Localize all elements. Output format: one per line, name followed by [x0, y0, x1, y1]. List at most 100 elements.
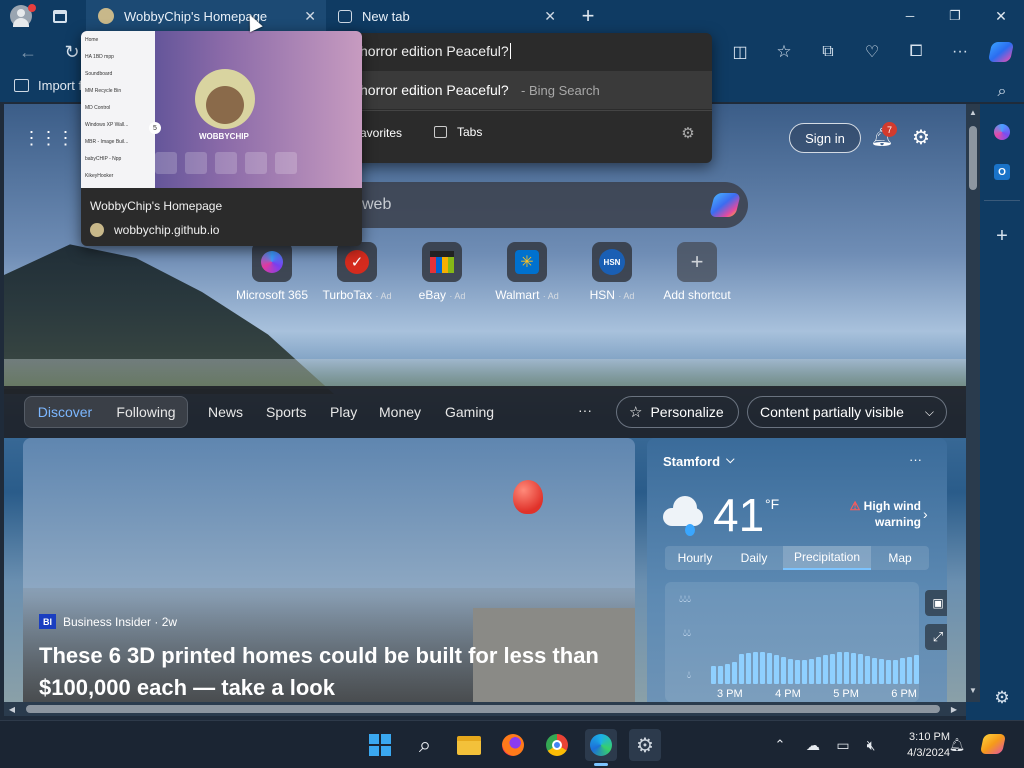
article-card[interactable]: BI Business Insider · 2w These 6 3D prin…: [23, 438, 635, 702]
profile-avatar[interactable]: [8, 4, 36, 28]
weather-city: Stamford: [663, 454, 721, 469]
instagram-icon: [185, 152, 207, 174]
start-button[interactable]: [364, 729, 396, 761]
collections-icon[interactable]: ⧉: [816, 40, 840, 64]
scroll-up-icon[interactable]: ▲: [966, 106, 980, 118]
plus-icon: +: [677, 242, 717, 282]
page-preview: Home HA 1BD mpp Soundboard MM Recycle Bi…: [81, 31, 362, 188]
tab-close-icon[interactable]: ✕: [304, 8, 316, 25]
nav-gaming[interactable]: Gaming: [445, 404, 494, 420]
weather-tab-map[interactable]: Map: [871, 546, 929, 570]
restore-button[interactable]: ❐: [940, 4, 970, 28]
filter-favorites[interactable]: avorites: [360, 126, 402, 140]
personalize-button[interactable]: ☆ Personalize: [616, 396, 739, 428]
shortcut-hsn[interactable]: HSN HSN · Ad: [572, 242, 652, 302]
notification-bell-icon[interactable]: 🔔︎: [948, 735, 966, 755]
chevron-up-icon[interactable]: ⌃: [772, 737, 788, 753]
preview-menu-item: MD Control: [85, 105, 111, 111]
copilot-search-icon[interactable]: [709, 193, 741, 217]
back-icon[interactable]: ←: [16, 40, 40, 64]
favorites-icon[interactable]: ☆: [772, 40, 796, 64]
file-explorer-icon[interactable]: [453, 729, 485, 761]
windows-icon: [369, 734, 391, 756]
workspaces-icon[interactable]: [50, 6, 70, 26]
notifications-icon[interactable]: 🔔︎ 7: [870, 122, 897, 150]
sidebar-settings-icon[interactable]: ⚙: [990, 686, 1014, 710]
volume-muted-icon[interactable]: 🔇︎: [861, 735, 881, 755]
web-search-box[interactable]: web: [320, 182, 748, 228]
split-screen-icon[interactable]: ◫: [728, 40, 752, 64]
expand-icon[interactable]: ⤢: [925, 624, 947, 650]
image-icon[interactable]: ▣: [925, 590, 947, 616]
tab-discover[interactable]: Discover: [25, 397, 105, 427]
weather-location[interactable]: Stamford ⌵: [663, 454, 734, 469]
taskbar-search-icon[interactable]: ⌕: [409, 729, 441, 761]
close-window-button[interactable]: ✕: [986, 4, 1016, 28]
minimize-button[interactable]: ─: [895, 4, 925, 28]
onedrive-icon[interactable]: ☁: [803, 735, 823, 755]
tab-wobbychip[interactable]: WobbyChip's Homepage ✕: [86, 0, 326, 32]
precipitation-bar: [893, 660, 898, 684]
shortcut-walmart[interactable]: ✳ Walmart · Ad: [487, 242, 567, 302]
scroll-down-icon[interactable]: ▼: [966, 684, 980, 696]
nav-more-icon[interactable]: ···: [578, 402, 592, 418]
copilot-taskbar-icon[interactable]: [979, 731, 1007, 757]
vertical-scrollbar[interactable]: ▲ ▼: [966, 104, 980, 702]
scroll-right-icon[interactable]: ▶: [948, 703, 960, 715]
walmart-icon: ✳: [515, 250, 539, 274]
weather-tab-daily[interactable]: Daily: [725, 546, 783, 570]
weather-tab-hourly[interactable]: Hourly: [665, 546, 725, 570]
tab-close-icon[interactable]: ✕: [544, 8, 556, 25]
firefox-icon[interactable]: [497, 729, 529, 761]
clock[interactable]: 3:10 PM 4/3/2024: [888, 729, 950, 761]
ad-label: · Ad: [542, 291, 559, 301]
page-settings-icon[interactable]: ⚙: [908, 124, 934, 150]
weather-more-icon[interactable]: ···: [909, 452, 922, 467]
import-favorites[interactable]: Import f: [14, 78, 82, 93]
add-shortcut-button[interactable]: + Add shortcut: [657, 242, 737, 302]
new-tab-button[interactable]: +: [576, 3, 600, 28]
scroll-thumb[interactable]: [969, 126, 977, 190]
weather-alert[interactable]: ⚠ High wind warning: [843, 498, 921, 530]
app-launcher-icon[interactable]: ⋮⋮⋮: [23, 124, 75, 152]
more-menu-icon[interactable]: ···: [948, 40, 972, 64]
weather-unit[interactable]: °F: [765, 496, 779, 512]
network-icon[interactable]: ▭: [833, 735, 853, 755]
search-suggestion[interactable]: horror edition Peaceful? - Bing Search: [340, 71, 712, 109]
sign-in-button[interactable]: Sign in: [789, 123, 861, 153]
settings-app-icon[interactable]: ⚙: [629, 729, 661, 761]
search-icon[interactable]: ⌕: [990, 80, 1014, 104]
hscroll-thumb[interactable]: [26, 705, 940, 713]
dropdown-settings-icon[interactable]: ⚙: [678, 123, 698, 143]
tab-new-tab[interactable]: New tab ✕: [328, 0, 566, 32]
copilot-icon[interactable]: [987, 39, 1015, 65]
copilot-sidebar-icon[interactable]: [990, 120, 1014, 144]
hsn-icon: HSN: [599, 249, 625, 275]
address-input[interactable]: horror edition Peaceful?: [360, 43, 511, 59]
horizontal-scrollbar[interactable]: ◀ ▶: [4, 702, 966, 716]
article-headline[interactable]: These 6 3D printed homes could be built …: [39, 640, 599, 702]
precipitation-bar: [823, 655, 828, 684]
shortcut-turbotax[interactable]: ✓ TurboTax · Ad: [317, 242, 397, 302]
edge-taskbar-icon[interactable]: [585, 729, 617, 761]
content-visibility-dropdown[interactable]: Content partially visible ⌵: [747, 396, 947, 428]
nav-news[interactable]: News: [208, 404, 243, 420]
nav-money[interactable]: Money: [379, 404, 421, 420]
extensions-icon[interactable]: ⧠: [904, 40, 928, 64]
filter-tabs[interactable]: Tabs: [434, 125, 482, 139]
outlook-icon[interactable]: O: [990, 160, 1014, 184]
chrome-icon[interactable]: [541, 729, 573, 761]
weather-tab-precipitation[interactable]: Precipitation: [783, 546, 871, 570]
scroll-left-icon[interactable]: ◀: [6, 703, 18, 715]
nav-sports[interactable]: Sports: [266, 404, 306, 420]
preview-menu-item: MBR - Image Buil...: [85, 139, 129, 145]
browser-essentials-icon[interactable]: ♡: [860, 40, 884, 64]
nav-play[interactable]: Play: [330, 404, 357, 420]
add-sidebar-app-icon[interactable]: +: [990, 224, 1014, 248]
tab-following[interactable]: Following: [105, 397, 187, 427]
clock-date: 4/3/2024: [907, 747, 950, 759]
site-favicon: [90, 223, 104, 237]
shortcut-ebay[interactable]: eBay · Ad: [402, 242, 482, 302]
chevron-right-icon[interactable]: ›: [923, 506, 928, 522]
shortcut-microsoft-365[interactable]: Microsoft 365: [232, 242, 312, 302]
